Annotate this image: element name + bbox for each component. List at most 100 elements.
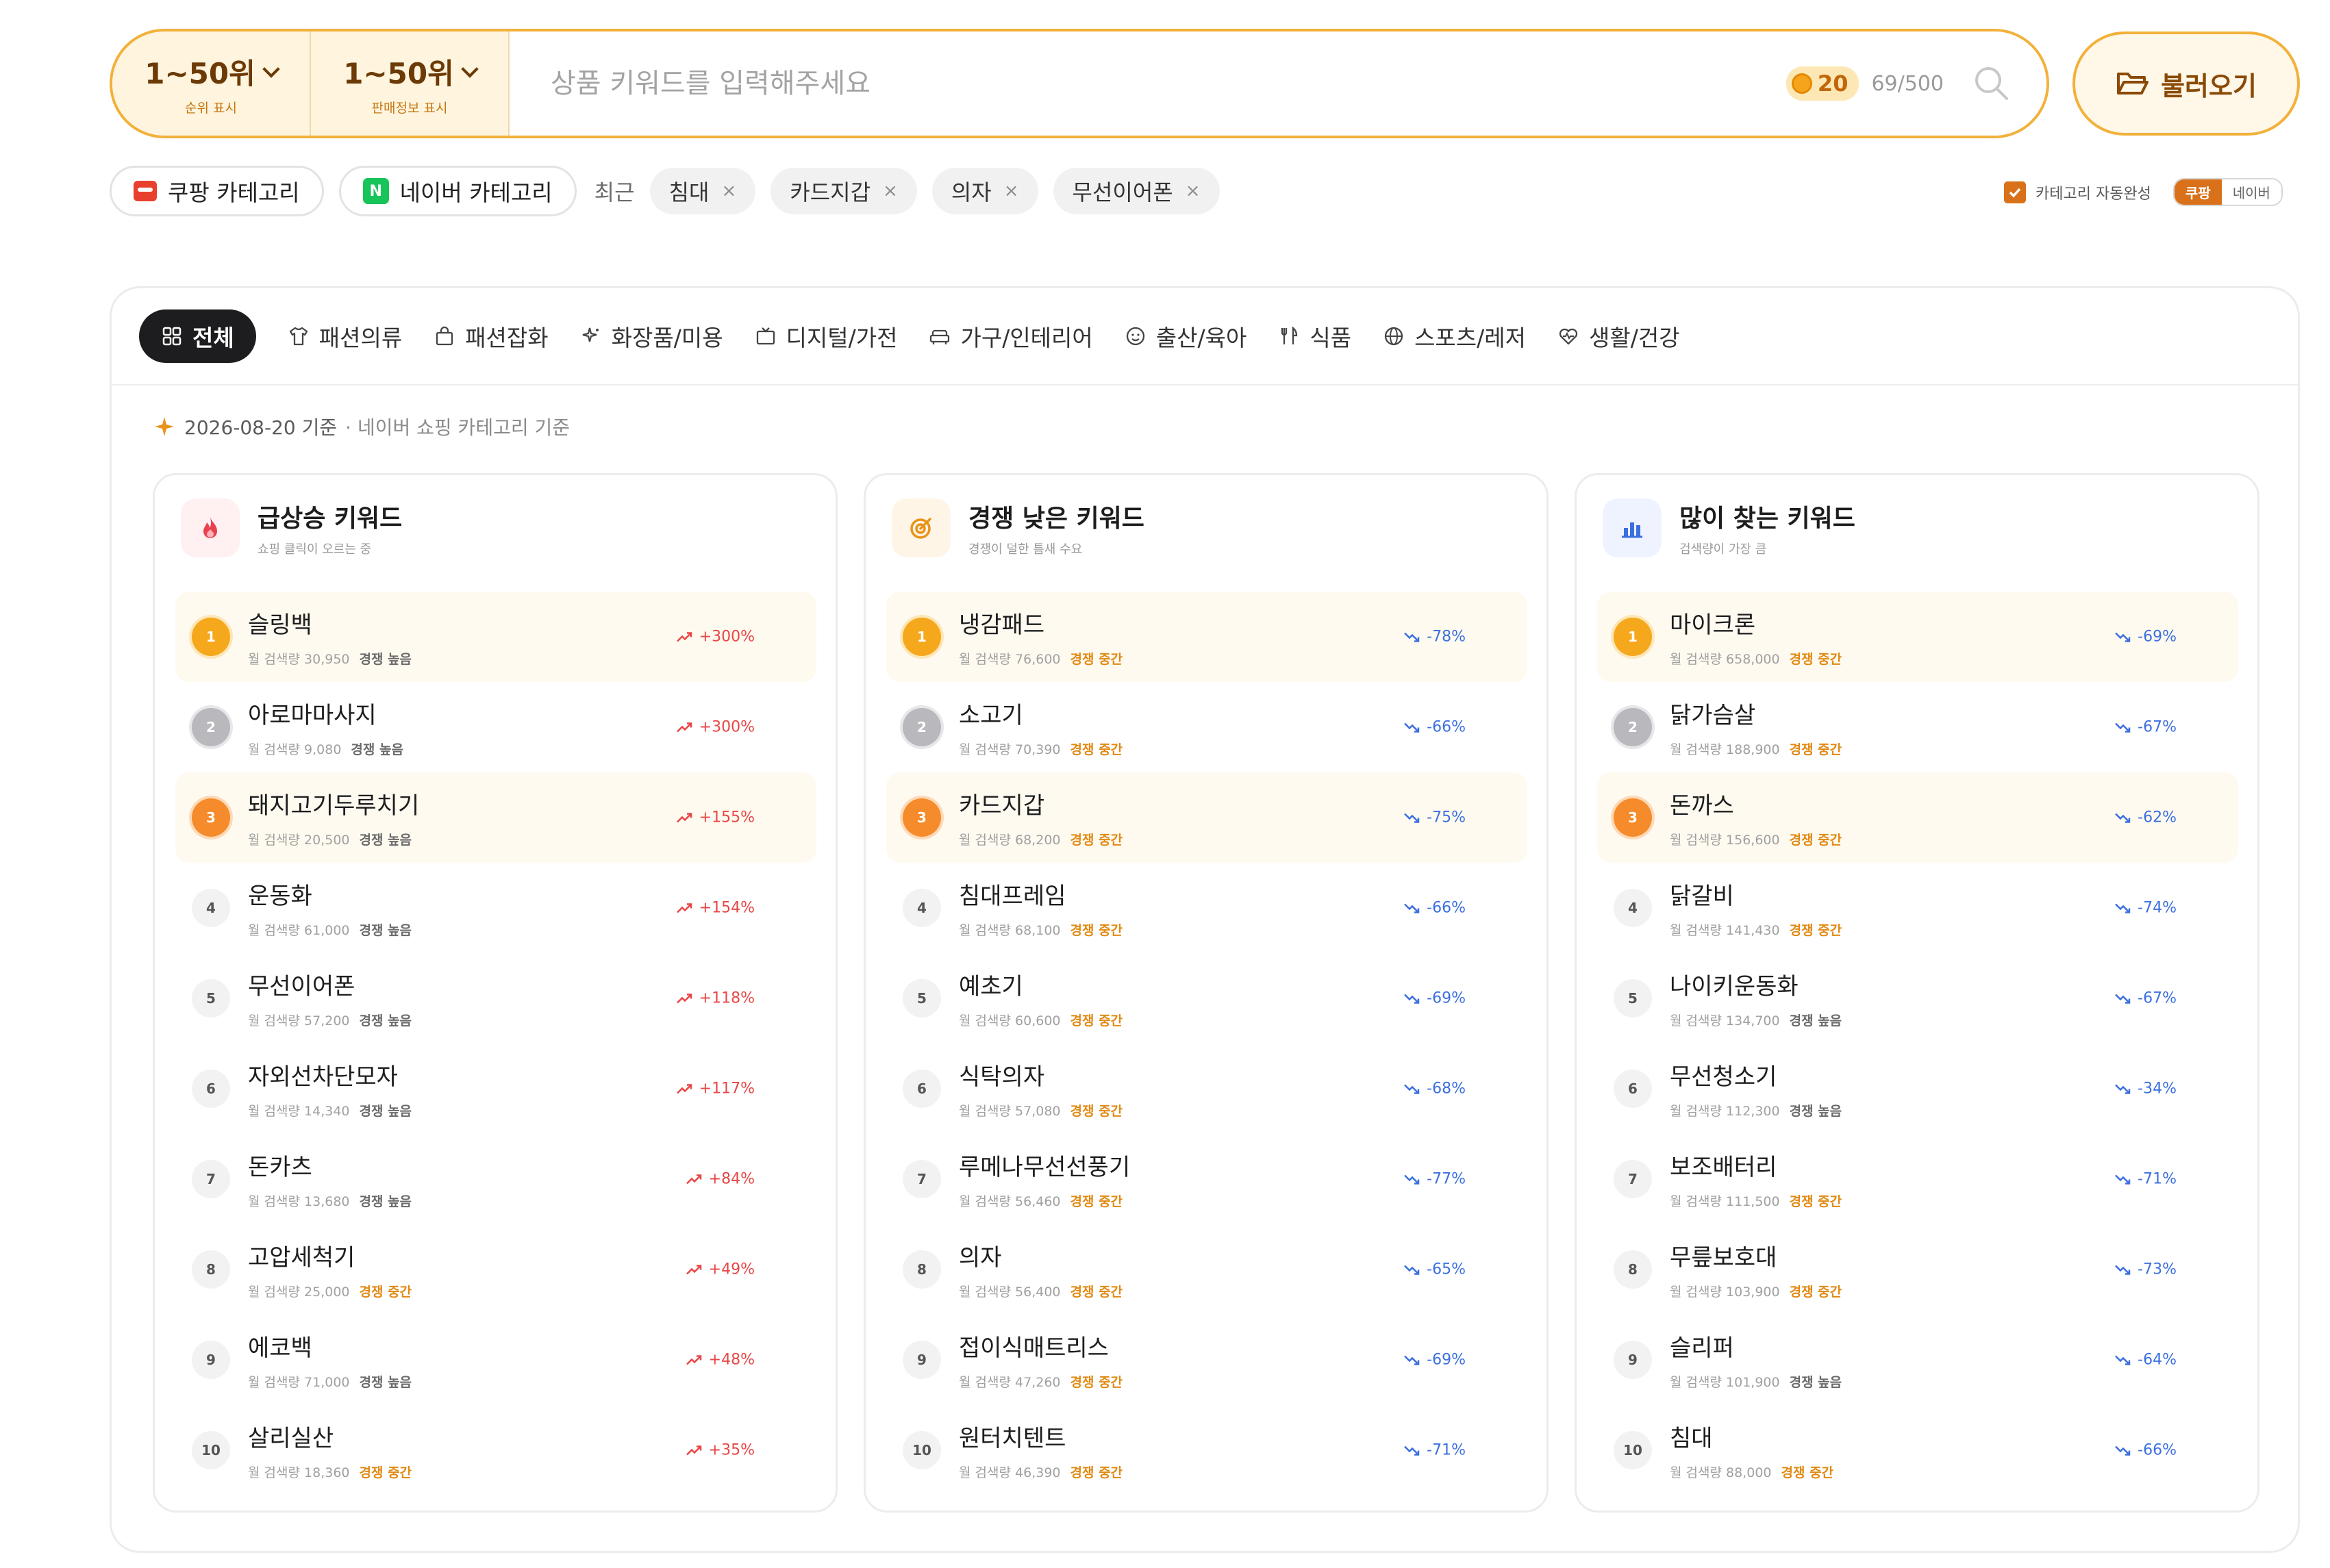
keyword-row[interactable]: 7 보조배터리 월 검색량 111,500 경쟁 중간 -71%	[1597, 1134, 2238, 1224]
tab-1[interactable]: 패션의류	[288, 309, 402, 363]
toggle-coupang[interactable]: 쿠팡	[2174, 179, 2222, 205]
close-icon[interactable]: ×	[1004, 181, 1019, 201]
keyword-row[interactable]: 9 슬리퍼 월 검색량 101,900 경쟁 높음 -64%	[1597, 1315, 2238, 1405]
competition-level: 경쟁 높음	[359, 1013, 412, 1028]
column-icon	[892, 498, 951, 557]
autocomplete-checkbox[interactable]	[2004, 181, 2026, 203]
tab-label: 패션의류	[318, 325, 403, 351]
coupang-category-button[interactable]: 쿠팡 카테고리	[110, 166, 324, 216]
toggle-naver[interactable]: 네이버	[2221, 179, 2281, 205]
keyword-row[interactable]: 3 돈까스 월 검색량 156,600 경쟁 중간 -62%	[1597, 772, 2238, 863]
naver-category-button[interactable]: N 네이버 카테고리	[338, 166, 577, 216]
rank-display-value: 1~50위	[145, 57, 255, 90]
rank-badge: 9	[192, 1341, 230, 1379]
competition-level: 경쟁 중간	[1070, 1104, 1123, 1119]
keyword-row[interactable]: 8 의자 월 검색량 56,400 경쟁 중간 -65%	[886, 1224, 1527, 1315]
search-volume: 57,080	[1015, 1104, 1061, 1119]
keyword-name: 보조배터리	[1670, 1154, 1777, 1181]
flame-icon	[203, 517, 217, 538]
keyword-row[interactable]: 8 고압세척기 월 검색량 25,000 경쟁 중간 +49%	[175, 1224, 816, 1315]
keyword-row[interactable]: 6 무선청소기 월 검색량 112,300 경쟁 높음 -34%	[1597, 1044, 2238, 1134]
competition-level: 경쟁 중간	[1789, 742, 1842, 757]
keyword-row[interactable]: 7 루메나무선선풍기 월 검색량 56,460 경쟁 중간 -77%	[886, 1134, 1527, 1224]
keyword-row[interactable]: 6 자외선차단모자 월 검색량 14,340 경쟁 높음 +117%	[175, 1044, 816, 1134]
keyword-row[interactable]: 10 원터치텐트 월 검색량 46,390 경쟁 중간 -71%	[886, 1405, 1527, 1495]
keyword-row[interactable]: 2 닭가슴살 월 검색량 188,900 경쟁 중간 -67%	[1597, 682, 2238, 772]
keyword-name: 마이크론	[1670, 611, 1756, 639]
keyword-row[interactable]: 1 냉감패드 월 검색량 76,600 경쟁 중간 -78%	[886, 592, 1527, 682]
keyword-row[interactable]: 3 카드지갑 월 검색량 68,200 경쟁 중간 -75%	[886, 772, 1527, 863]
rank-badge: 6	[1614, 1070, 1652, 1108]
rank-badge: 2	[1614, 708, 1652, 746]
keyword-row[interactable]: 9 에코백 월 검색량 71,000 경쟁 높음 +48%	[175, 1315, 816, 1405]
close-icon[interactable]: ×	[721, 181, 736, 201]
keyword-name: 닭가슴살	[1670, 702, 1756, 729]
trend-down-icon	[1404, 994, 1420, 1004]
keyword-row[interactable]: 4 침대프레임 월 검색량 68,100 경쟁 중간 -66%	[886, 863, 1527, 953]
search-volume: 57,200	[304, 1013, 350, 1028]
close-icon[interactable]: ×	[1186, 181, 1201, 201]
keyword-row[interactable]: 2 아로마마사지 월 검색량 9,080 경쟁 높음 +300%	[175, 682, 816, 772]
search-volume: 9,080	[304, 742, 342, 757]
search-icon[interactable]	[1971, 63, 2012, 104]
tab-5[interactable]: 가구/인테리어	[929, 309, 1093, 363]
keyword-row[interactable]: 5 나이키운동화 월 검색량 134,700 경쟁 높음 -67%	[1597, 953, 2238, 1044]
rank-badge: 9	[903, 1341, 941, 1379]
volume-label: 월 검색량	[248, 1194, 300, 1209]
keyword-row[interactable]: 9 접이식매트리스 월 검색량 47,260 경쟁 중간 -69%	[886, 1315, 1527, 1405]
tab-7[interactable]: 식품	[1278, 309, 1351, 363]
tab-label: 화장품/미용	[611, 325, 723, 351]
keyword-row[interactable]: 10 침대 월 검색량 88,000 경쟁 중간 -66%	[1597, 1405, 2238, 1495]
keyword-search-input[interactable]	[551, 68, 1715, 99]
recent-chip[interactable]: 무선이어폰 ×	[1053, 168, 1220, 214]
recent-chip-label: 카드지갑	[790, 179, 871, 205]
rank-display-select[interactable]: 1~50위 순위 표시	[112, 31, 311, 136]
change-rate: +155%	[676, 809, 755, 826]
keyword-row[interactable]: 7 돈카츠 월 검색량 13,680 경쟁 높음 +84%	[175, 1134, 816, 1224]
change-value: -65%	[1427, 1261, 1466, 1278]
keyword-name: 아로마마사지	[248, 702, 377, 729]
recent-chip[interactable]: 카드지갑 ×	[771, 168, 917, 214]
tab-0[interactable]: 전체	[139, 309, 256, 363]
keyword-row[interactable]: 1 마이크론 월 검색량 658,000 경쟁 중간 -69%	[1597, 592, 2238, 682]
change-value: -75%	[1427, 809, 1466, 826]
volume-label: 월 검색량	[1670, 1285, 1722, 1300]
keyword-row[interactable]: 3 돼지고기두루치기 월 검색량 20,500 경쟁 높음 +155%	[175, 772, 816, 863]
rank-badge: 6	[903, 1070, 941, 1108]
keyword-row[interactable]: 2 소고기 월 검색량 70,390 경쟁 중간 -66%	[886, 682, 1527, 772]
tab-2[interactable]: 패션잡화	[434, 309, 549, 363]
keyword-row[interactable]: 5 무선이어폰 월 검색량 57,200 경쟁 높음 +118%	[175, 953, 816, 1044]
keyword-row[interactable]: 5 예초기 월 검색량 60,600 경쟁 중간 -69%	[886, 953, 1527, 1044]
keyword-row[interactable]: 4 운동화 월 검색량 61,000 경쟁 높음 +154%	[175, 863, 816, 953]
change-value: -71%	[2138, 1170, 2177, 1188]
tab-3[interactable]: 화장품/미용	[580, 309, 723, 363]
change-value: -71%	[1427, 1441, 1466, 1459]
change-value: +48%	[708, 1351, 755, 1369]
folder-open-icon	[2117, 73, 2149, 94]
tab-6[interactable]: 출산/육아	[1125, 309, 1247, 363]
keyword-row[interactable]: 10 살리실산 월 검색량 18,360 경쟁 중간 +35%	[175, 1405, 816, 1495]
recent-chip[interactable]: 침대 ×	[649, 168, 756, 214]
sparkle-icon	[582, 327, 599, 342]
keyword-row[interactable]: 4 닭갈비 월 검색량 141,430 경쟁 중간 -74%	[1597, 863, 2238, 953]
search-volume: 70,390	[1015, 742, 1061, 757]
keyword-name: 원터치텐트	[959, 1425, 1066, 1452]
close-icon[interactable]: ×	[883, 181, 898, 201]
search-volume: 68,200	[1015, 833, 1061, 848]
trend-up-icon	[676, 993, 692, 1003]
tab-9[interactable]: 생활/건강	[1557, 309, 1680, 363]
volume-label: 월 검색량	[248, 1375, 300, 1390]
sales-display-select[interactable]: 1~50위 판매정보 표시	[311, 31, 510, 136]
tab-8[interactable]: 스포츠/레저	[1383, 309, 1526, 363]
change-value: -66%	[2138, 1441, 2177, 1459]
tab-4[interactable]: 디지털/가전	[755, 309, 897, 363]
keyword-row[interactable]: 1 슬링백 월 검색량 30,950 경쟁 높음 +300%	[175, 592, 816, 682]
load-button[interactable]: 불러오기	[2072, 31, 2300, 136]
keyword-row[interactable]: 8 무릎보호대 월 검색량 103,900 경쟁 중간 -73%	[1597, 1224, 2238, 1315]
keyword-row[interactable]: 6 식탁의자 월 검색량 57,080 경쟁 중간 -68%	[886, 1044, 1527, 1134]
volume-label: 월 검색량	[959, 1104, 1011, 1119]
change-rate: -74%	[2114, 900, 2177, 917]
recent-chip[interactable]: 의자 ×	[931, 168, 1038, 214]
trend-up-icon	[686, 1264, 701, 1274]
keyword-name: 무릎보호대	[1670, 1244, 1777, 1272]
